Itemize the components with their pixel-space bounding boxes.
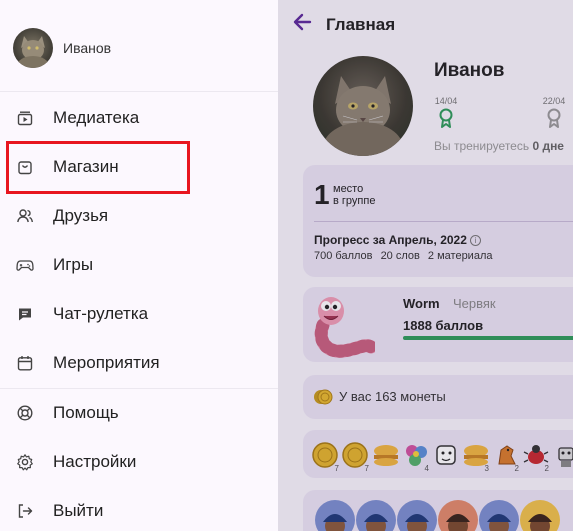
chat-icon <box>19 308 31 321</box>
calendar-icon <box>17 356 33 371</box>
menu-item-label: Настройки <box>53 452 137 471</box>
help-lifebuoy-icon <box>17 405 33 421</box>
drawer-user-name: Иванов <box>63 40 112 56</box>
drawer-scrim[interactable] <box>278 0 573 531</box>
logout-icon <box>18 504 33 518</box>
menu-item-label: Друзья <box>53 206 109 225</box>
drawer-user[interactable]: Иванов <box>13 28 111 68</box>
menu-item-label: Мероприятия <box>53 353 160 372</box>
avatar[interactable] <box>13 28 53 68</box>
menu-item-label: Помощь <box>53 403 119 422</box>
media-library-icon <box>17 111 33 126</box>
menu-item-events[interactable]: Мероприятия <box>0 343 278 383</box>
divider <box>0 388 278 389</box>
menu-item-chat-roulette[interactable]: Чат-рулетка <box>0 294 278 334</box>
menu-item-label: Выйти <box>53 501 104 520</box>
menu-item-logout[interactable]: Выйти <box>0 491 278 531</box>
menu-item-settings[interactable]: Настройки <box>0 442 278 482</box>
settings-gear-icon <box>17 454 33 471</box>
menu-item-label: Чат-рулетка <box>53 304 149 323</box>
menu-item-games[interactable]: Игры <box>0 245 278 285</box>
navigation-drawer: Иванов Медиатека Магазин Друзья Игры Чат… <box>0 0 278 531</box>
friends-icon <box>17 209 33 223</box>
divider <box>0 91 278 92</box>
menu-item-label: Игры <box>53 255 94 274</box>
highlight-box <box>6 141 190 194</box>
menu-item-help[interactable]: Помощь <box>0 393 278 433</box>
gamepad-icon <box>16 260 34 271</box>
menu-item-media-library[interactable]: Медиатека <box>0 98 278 138</box>
menu-item-friends[interactable]: Друзья <box>0 196 278 236</box>
menu-item-label: Медиатека <box>53 108 140 127</box>
